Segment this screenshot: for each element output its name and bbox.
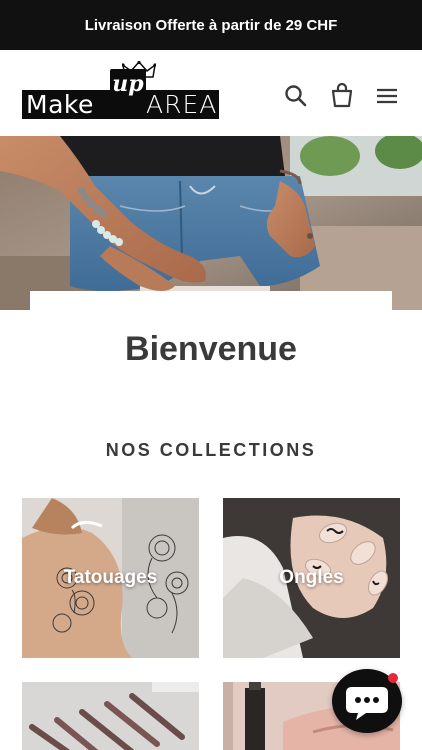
collection-tile-ongles[interactable]: Ongles — [223, 498, 400, 658]
brushes-image — [22, 682, 199, 750]
menu-icon[interactable] — [374, 83, 400, 109]
announcement-bar: Livraison Offerte à partir de 29 CHF — [0, 0, 422, 50]
site-header: Make up AREA — [0, 50, 422, 136]
chat-notification-badge — [388, 673, 398, 683]
collection-label-tatouages: Tatouages — [63, 567, 158, 588]
cart-icon[interactable] — [329, 83, 355, 109]
announcement-text: Livraison Offerte à partir de 29 CHF — [84, 16, 338, 34]
collection-label-ongles: Ongles — [279, 567, 344, 588]
site-logo[interactable]: Make up AREA — [22, 61, 219, 119]
hero-image — [0, 136, 422, 310]
collection-tile-3[interactable] — [22, 682, 199, 750]
logo-text-area: AREA — [146, 90, 218, 119]
logo-text-up: up — [110, 69, 146, 99]
collection-tile-tatouages[interactable]: Tatouages — [22, 498, 199, 658]
hero-illustration — [0, 136, 422, 310]
welcome-title: Bienvenue — [125, 330, 297, 368]
search-icon[interactable] — [283, 83, 309, 109]
logo-text-make: Make — [26, 90, 94, 119]
collections-title: NOS COLLECTIONS — [105, 440, 317, 460]
